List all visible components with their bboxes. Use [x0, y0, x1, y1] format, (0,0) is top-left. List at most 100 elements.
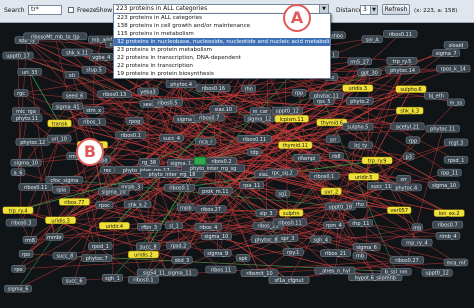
refresh-button[interactable]: Refresh — [382, 4, 410, 15]
protein-node[interactable]: rnp_ry_4 — [401, 238, 433, 247]
protein-node[interactable]: tdp — [247, 148, 262, 156]
protein-node[interactable]: prok_m.11 — [198, 187, 233, 195]
protein-node[interactable]: m_ss — [446, 98, 465, 107]
protein-node[interactable]: phytoc.4 — [390, 183, 422, 192]
protein-node[interactable]: rcgt.3 — [443, 138, 469, 147]
protein-node[interactable]: uri_33 — [17, 68, 42, 76]
protein-node[interactable]: rimb_4 — [435, 232, 461, 240]
protein-node[interactable]: rps_5 — [313, 97, 335, 106]
protein-node[interactable]: ribos0.1 — [115, 131, 147, 140]
protein-node[interactable]: succ_8 — [52, 251, 77, 260]
protein-node[interactable]: uri_10 — [47, 134, 72, 143]
protein-node[interactable]: ribsmit_10 — [240, 269, 279, 278]
protein-node[interactable]: rho — [352, 200, 368, 209]
protein-node[interactable]: sigma_6 — [352, 243, 381, 251]
protein-node[interactable]: rhn — [241, 84, 256, 93]
protein-node[interactable]: rec — [100, 166, 115, 174]
distance-select[interactable]: 3 ▼ — [360, 5, 378, 15]
protein-node-highlighted[interactable]: ribos.77 — [58, 198, 90, 206]
protein-node[interactable]: sigma_7 — [432, 49, 460, 58]
protein-node[interactable]: ribos0.2 — [205, 157, 237, 166]
protein-node[interactable]: uppt0_18 — [324, 202, 356, 211]
protein-node[interactable]: m_car — [249, 107, 271, 116]
protein-node[interactable]: sg1 — [275, 189, 291, 198]
protein-node[interactable]: phytoc.7 — [81, 254, 113, 262]
dropdown-option[interactable]: 22 proteins in transcription — [114, 62, 330, 70]
protein-node[interactable]: trp_ry.5 — [386, 57, 418, 65]
protein-node[interactable]: uppt0_17 — [2, 51, 34, 60]
protein-node[interactable]: sigma_9 — [203, 249, 232, 257]
protein-node[interactable]: uppt0_12 — [421, 268, 453, 277]
protein-node[interactable]: phyto.11 — [11, 114, 43, 123]
chevron-down-icon[interactable]: ▼ — [370, 6, 377, 14]
search-input[interactable]: tr* — [28, 5, 62, 15]
protein-node[interactable]: sol_A — [361, 35, 383, 44]
protein-node[interactable]: ribos_21 — [320, 249, 351, 258]
protein-node-highlighted[interactable]: thymid.11 — [278, 141, 313, 150]
protein-node[interactable]: mra_mf — [443, 258, 469, 267]
protein-node[interactable]: lcj_ty — [348, 141, 373, 150]
protein-node[interactable]: rb8 — [329, 152, 344, 160]
protein-node[interactable]: rpp_11 — [437, 168, 462, 177]
protein-node[interactable]: shk_k.2 — [123, 200, 152, 209]
protein-node[interactable]: ribos0.5 — [151, 98, 183, 107]
protein-node[interactable]: gpt_30 — [357, 68, 382, 77]
protein-node[interactable]: rpla — [52, 185, 71, 194]
protein-node[interactable]: sulpho.5 — [342, 122, 374, 131]
protein-node[interactable]: rpsd_1 — [443, 156, 469, 164]
protein-node[interactable]: rpoc — [95, 201, 114, 209]
protein-node[interactable]: ribos0.11 — [237, 135, 272, 143]
protein-node[interactable]: sigma_12 — [243, 114, 275, 123]
protein-node[interactable]: succ_6 — [61, 276, 87, 285]
protein-node[interactable]: ribos0.7 — [432, 220, 464, 229]
protein-node[interactable]: siaz.10 — [209, 105, 238, 114]
protein-node-highlighted[interactable]: sulpho.6 — [395, 85, 427, 93]
protein-node[interactable]: vgba_4 — [89, 53, 114, 61]
protein-node[interactable]: rpp — [405, 136, 421, 145]
protein-node-highlighted[interactable]: sulphn — [279, 209, 304, 217]
protein-node-highlighted[interactable]: transk — [47, 119, 72, 128]
protein-node[interactable]: sl_1 — [165, 221, 183, 230]
protein-node-highlighted[interactable]: uridir.4 — [98, 222, 130, 230]
protein-node[interactable]: succ_4 — [159, 134, 184, 142]
protein-node[interactable]: ribos0.1 — [163, 183, 195, 192]
protein-node[interactable]: phytoc.4 — [165, 80, 197, 89]
protein-node[interactable]: yeba3 — [137, 87, 159, 96]
protein-node[interactable]: sloaid — [443, 41, 469, 50]
protein-node[interactable]: ribos.27 — [195, 205, 227, 214]
protein-node[interactable]: srr — [396, 175, 411, 183]
protein-node[interactable]: rpm_4 — [323, 221, 345, 230]
protein-node[interactable]: ribos_4 — [194, 223, 223, 231]
protein-node[interactable]: mic_rga — [12, 107, 40, 116]
protein-node[interactable]: ribos0.11 — [18, 183, 53, 191]
protein-node[interactable]: sbd_3 — [171, 256, 193, 264]
protein-node[interactable]: p3 — [403, 152, 415, 161]
protein-node[interactable]: sigma_6 — [4, 284, 32, 293]
protein-node[interactable]: ribos0.7 — [193, 113, 225, 122]
protein-node[interactable]: sigma_10 — [428, 181, 460, 190]
dropdown-option[interactable]: 23 proteins in protein metabolism — [114, 46, 330, 54]
protein-node[interactable]: ribos0.13 — [97, 90, 132, 99]
protein-node[interactable]: seed_6 — [62, 91, 87, 100]
protein-node[interactable]: rifampi — [292, 154, 321, 162]
protein-node-highlighted[interactable]: ver057 — [387, 206, 412, 215]
protein-node-highlighted[interactable]: uridis.2 — [127, 250, 159, 259]
protein-node[interactable]: rhp_11 — [348, 219, 373, 228]
protein-node-highlighted[interactable]: lcpism.11 — [274, 115, 309, 123]
protein-node-highlighted[interactable]: trp_ry.9 — [361, 156, 393, 165]
dropdown-option[interactable]: 22 proteins in transcription, DNA-depend… — [114, 54, 330, 62]
protein-node[interactable]: acetyl.21 — [390, 122, 425, 130]
protein-node[interactable]: a_6 — [10, 168, 26, 177]
protein-node[interactable]: b_ssl_nm — [380, 267, 412, 276]
protein-node[interactable]: mmbr — [45, 233, 64, 241]
protein-node[interactable]: ribos0.11 — [272, 218, 308, 227]
protein-node[interactable]: stm_x — [83, 106, 105, 115]
protein-node[interactable]: bj_eth — [424, 91, 449, 100]
protein-node[interactable]: sgh_1 — [101, 274, 123, 282]
protein-node[interactable]: stup.5 — [81, 65, 107, 74]
protein-node[interactable]: phytoc.11 — [425, 124, 460, 133]
protein-node[interactable]: ribos0.1 — [308, 172, 340, 180]
protein-node[interactable]: rpsd.2 — [166, 241, 191, 250]
protein-node[interactable]: rpy.1 — [282, 248, 304, 256]
protein-node[interactable]: ribos0.11 — [383, 30, 418, 39]
